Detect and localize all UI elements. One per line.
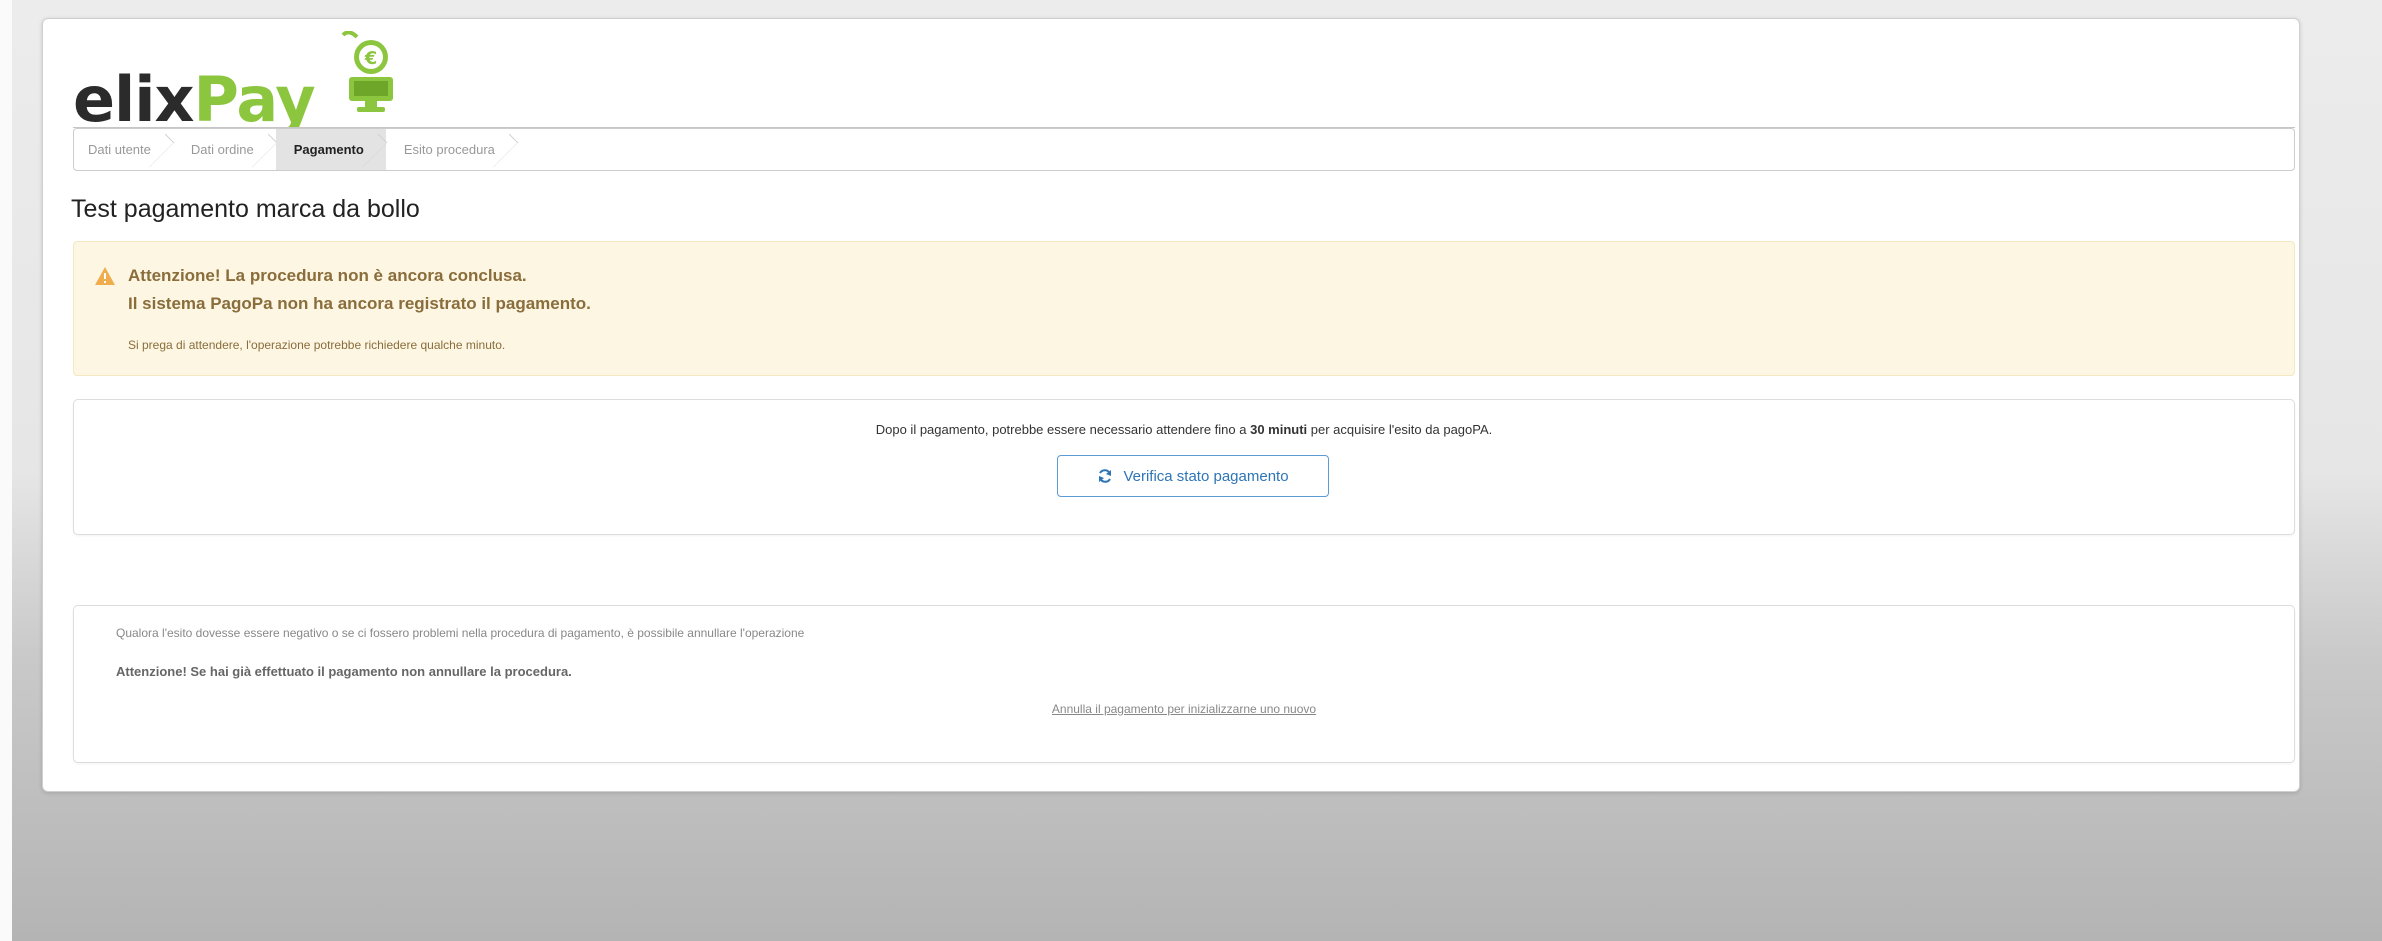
verify-panel: Dopo il pagamento, potrebbe essere neces… (73, 399, 2295, 535)
alert-message: Il sistema PagoPa non ha ancora registra… (128, 294, 591, 313)
header: elixPay € (73, 31, 2295, 131)
alert-note: Si prega di attendere, l'operazione potr… (128, 338, 506, 352)
verify-button-label: Verifica stato pagamento (1123, 467, 1289, 485)
cancel-warning-text: Attenzione! Se hai già effettuato il pag… (116, 664, 572, 679)
warning-alert: Attenzione! La procedura non è ancora co… (73, 241, 2295, 376)
main-card: elixPay € Dati utente Dati ordine Pagame… (42, 18, 2300, 792)
breadcrumb-step-dati-ordine: Dati ordine (173, 129, 276, 170)
breadcrumb-step-esito-procedura: Esito procedura (386, 129, 517, 170)
breadcrumb: Dati utente Dati ordine Pagamento Esito … (73, 128, 2295, 171)
verify-payment-status-button[interactable]: Verifica stato pagamento (1057, 455, 1329, 497)
svg-text:€: € (364, 48, 378, 69)
verify-info-before: Dopo il pagamento, potrebbe essere neces… (875, 422, 1251, 437)
logo-text-elix: elix (73, 63, 195, 136)
warning-triangle-icon (95, 267, 115, 285)
cancel-panel: Qualora l'esito dovesse essere negativo … (73, 605, 2295, 763)
left-edge-strip (0, 0, 12, 941)
breadcrumb-step-dati-utente: Dati utente (74, 129, 173, 170)
cancel-info-text: Qualora l'esito dovesse essere negativo … (116, 626, 805, 640)
verify-info-text: Dopo il pagamento, potrebbe essere neces… (74, 422, 2294, 437)
alert-title: Attenzione! La procedura non è ancora co… (128, 266, 527, 285)
logo-text-pay: Pay (193, 63, 316, 136)
elixpay-logo: elixPay (73, 69, 316, 131)
refresh-icon (1099, 469, 1112, 483)
breadcrumb-step-pagamento: Pagamento (275, 129, 386, 170)
monitor-euro-icon: € (341, 31, 393, 112)
page-title: Test pagamento marca da bollo (71, 195, 420, 223)
verify-info-bold: 30 minuti (1250, 422, 1308, 437)
verify-info-after: per acquisire l'esito da pagoPA. (1307, 422, 1493, 437)
cancel-payment-link[interactable]: Annulla il pagamento per inizializzarne … (74, 702, 2294, 716)
